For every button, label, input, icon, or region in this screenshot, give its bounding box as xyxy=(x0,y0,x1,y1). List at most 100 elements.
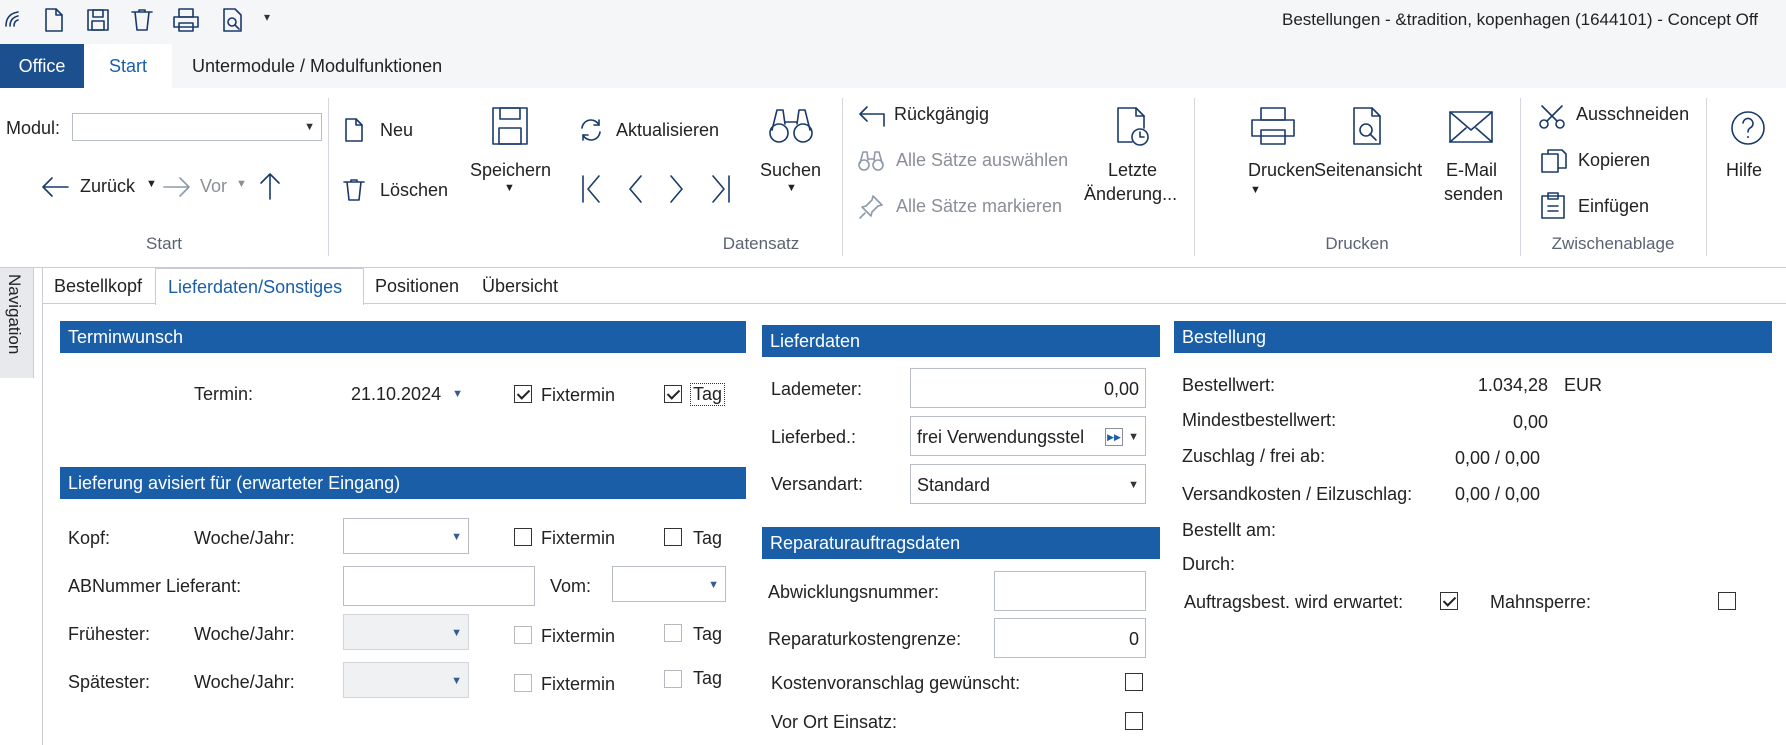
chevron-down-icon: ▼ xyxy=(1128,479,1139,491)
spaetester-label: Spätester: xyxy=(68,672,151,692)
scissors-icon xyxy=(1538,104,1566,130)
new-document-icon[interactable] xyxy=(44,8,64,32)
kopf-tag-checkbox[interactable] xyxy=(664,528,682,546)
save-label: Speichern xyxy=(470,160,552,180)
back-label: Zurück xyxy=(80,176,136,196)
navigation-sidebar[interactable]: Navigation xyxy=(0,268,34,378)
arrow-left-icon xyxy=(40,176,70,198)
print-preview-icon[interactable] xyxy=(222,8,244,32)
ab-nummer-input[interactable] xyxy=(343,566,535,606)
kopf-label: Kopf: xyxy=(68,528,111,548)
vom-label: Vom: xyxy=(550,576,592,596)
kva-checkbox[interactable] xyxy=(1125,673,1143,691)
chevron-down-icon: ▼ xyxy=(304,121,315,133)
zuschlag-value: 0,00 / 0,00 xyxy=(1455,448,1541,468)
email-button[interactable]: E-Mail senden xyxy=(1440,106,1516,226)
mark-all-label: Alle Sätze markieren xyxy=(896,196,1063,216)
lademeter-input[interactable]: 0,00 xyxy=(910,368,1146,408)
modul-select[interactable]: ▼ xyxy=(72,113,322,141)
page-preview-button[interactable]: Seitenansicht xyxy=(1312,106,1428,226)
separator xyxy=(328,98,329,256)
mahnsperre-checkbox[interactable] xyxy=(1718,592,1736,610)
tab-positionen[interactable]: Positionen xyxy=(375,276,459,297)
group-label-datensatz: Datensatz xyxy=(722,234,800,253)
last-change-button[interactable]: Letzte Änderung... xyxy=(1080,106,1180,226)
undo-label: Rückgängig xyxy=(894,104,990,124)
spaetester-fixtermin-checkbox[interactable] xyxy=(514,674,532,692)
kopf-week-input[interactable]: ▼ xyxy=(343,518,469,554)
lieferdaten-header: Lieferdaten xyxy=(762,325,1160,357)
chevron-down-icon: ▼ xyxy=(452,388,463,400)
last-change-label-1: Letzte xyxy=(1108,160,1158,180)
mindest-value: 0,00 xyxy=(1512,412,1548,432)
help-button[interactable]: Hilfe xyxy=(1720,106,1780,226)
spaetester-tag-checkbox[interactable] xyxy=(664,670,682,688)
group-label-start: Start xyxy=(146,234,182,253)
spaetester-week-input[interactable]: ▼ xyxy=(343,662,469,698)
separator xyxy=(1194,98,1195,256)
fruehester-week-input[interactable]: ▼ xyxy=(343,614,469,650)
envelope-icon xyxy=(1448,110,1494,144)
search-button[interactable]: Suchen ▼ xyxy=(756,106,826,216)
tag-checkbox[interactable] xyxy=(664,385,682,403)
next-record-icon[interactable] xyxy=(668,174,686,204)
fruehester-fixtermin-checkbox[interactable] xyxy=(514,626,532,644)
chevron-down-icon: ▼ xyxy=(451,627,462,639)
search-dropdown-icon: ▼ xyxy=(786,182,797,194)
tab-office[interactable]: Office xyxy=(0,44,84,88)
tab-untermodule[interactable]: Untermodule / Modulfunktionen xyxy=(192,44,442,88)
tab-lieferdaten-label: Lieferdaten/Sonstiges xyxy=(168,277,343,297)
lieferbed-select[interactable]: frei Verwendungsstel ▶▶ ▼ xyxy=(910,416,1146,456)
tab-lieferdaten-active[interactable]: Lieferdaten/Sonstiges xyxy=(155,268,364,305)
abwicklung-input[interactable] xyxy=(994,571,1146,611)
durch-label: Durch: xyxy=(1182,554,1236,574)
new-document-icon xyxy=(344,118,364,142)
bestellwert-value: 1.034,28 xyxy=(1477,375,1548,395)
grenze-input[interactable]: 0 xyxy=(994,618,1146,658)
group-label-zwischenablage: Zwischenablage xyxy=(1551,234,1675,253)
save-icon xyxy=(491,106,529,146)
last-record-icon[interactable] xyxy=(710,174,732,204)
first-record-icon[interactable] xyxy=(580,174,602,204)
print-icon[interactable] xyxy=(172,8,200,32)
termin-date-picker[interactable]: 21.10.2024 ▼ xyxy=(343,374,469,414)
versandkosten-value: 0,00 / 0,00 xyxy=(1455,484,1541,504)
tab-bestellkopf[interactable]: Bestellkopf xyxy=(54,276,142,297)
kopf-fixtermin-checkbox[interactable] xyxy=(514,528,532,546)
binoculars-icon xyxy=(768,106,814,146)
ribbon-tab-bar: Office Start Untermodule / Modulfunktion… xyxy=(0,44,1786,88)
vorort-checkbox[interactable] xyxy=(1125,712,1143,730)
undo-icon xyxy=(856,104,886,128)
quick-access-dropdown-icon[interactable]: ▾ xyxy=(264,10,270,24)
versandart-select[interactable]: Standard ▼ xyxy=(910,464,1146,504)
modul-label: Modul: xyxy=(6,118,61,138)
tab-uebersicht[interactable]: Übersicht xyxy=(482,276,558,297)
lookup-icon[interactable]: ▶▶ xyxy=(1105,428,1123,446)
separator xyxy=(1706,98,1707,256)
tab-start[interactable]: Start xyxy=(84,44,172,88)
fixtermin-checkbox[interactable] xyxy=(514,385,532,403)
kva-label: Kostenvoranschlag gewünscht: xyxy=(771,673,1021,693)
save-icon[interactable] xyxy=(86,8,110,32)
auftragsbest-checkbox[interactable] xyxy=(1440,592,1458,610)
title-bar: ▾ Bestellungen - &tradition, kopenhagen … xyxy=(0,0,1786,44)
trash-icon xyxy=(342,178,366,202)
arrow-right-icon xyxy=(162,176,192,198)
arrow-up-icon[interactable] xyxy=(258,172,282,200)
spaetester-week-label: Woche/Jahr: xyxy=(194,672,295,692)
chevron-down-icon: ▼ xyxy=(1128,431,1139,443)
vom-date-input[interactable]: ▼ xyxy=(612,566,726,602)
previous-record-icon[interactable] xyxy=(626,174,644,204)
document-clock-icon xyxy=(1116,106,1150,146)
fruehester-tag-checkbox[interactable] xyxy=(664,624,682,642)
delete-icon[interactable] xyxy=(130,8,154,32)
print-button[interactable]: Drucken ▼ xyxy=(1240,106,1320,226)
spaetester-fixtermin-label: Fixtermin xyxy=(541,674,616,694)
bestellt-am-label: Bestellt am: xyxy=(1182,520,1277,540)
reparatur-header: Reparaturauftragsdaten xyxy=(762,527,1160,559)
save-button[interactable]: Speichern ▼ xyxy=(466,106,552,216)
back-dropdown-icon: ▼ xyxy=(146,178,157,190)
forward-dropdown-icon: ▼ xyxy=(236,178,247,190)
separator xyxy=(1520,98,1521,256)
page-preview-icon xyxy=(1352,106,1384,146)
